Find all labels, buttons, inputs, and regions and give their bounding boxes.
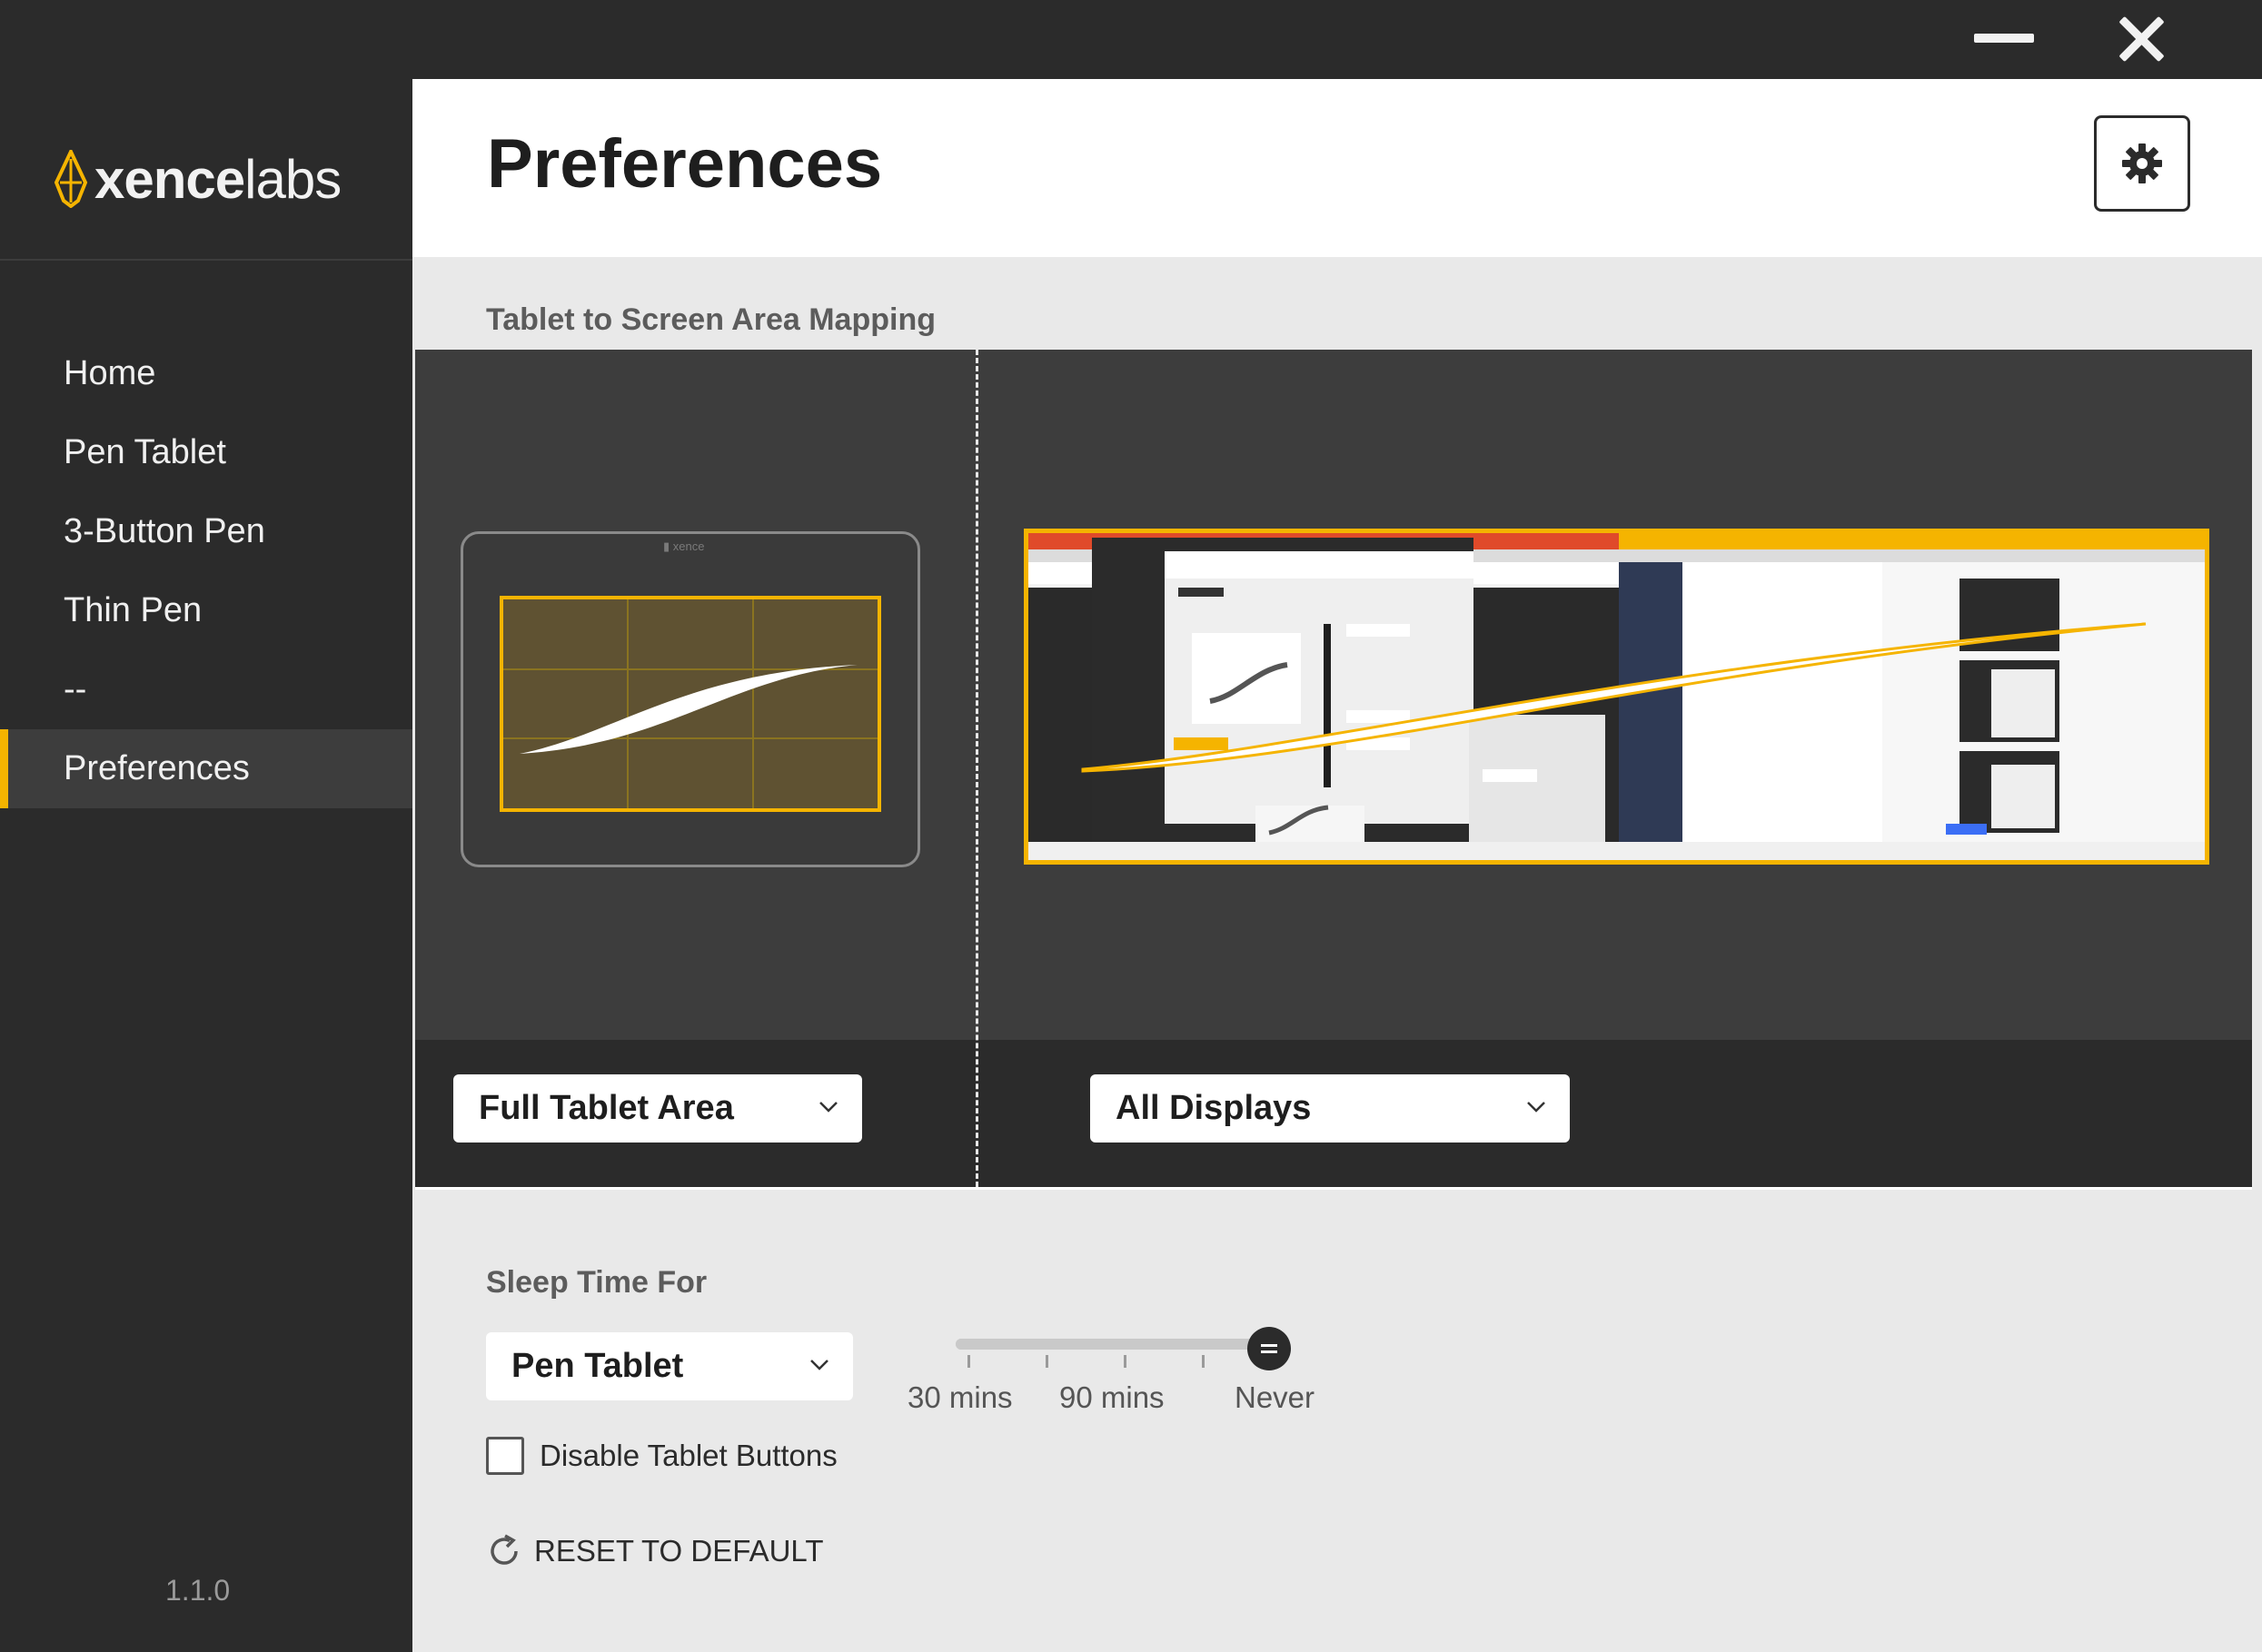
tablet-preview: ▮ xence: [461, 531, 920, 867]
close-icon[interactable]: [2109, 7, 2173, 71]
page-title: Preferences: [487, 125, 883, 203]
sidebar-item-label: Preferences: [64, 749, 250, 787]
slider-label-90: 90 mins: [1059, 1380, 1165, 1414]
slider-label-never: Never: [1235, 1380, 1315, 1414]
mapping-select-bar: Full Tablet Area All Displays: [415, 1040, 2252, 1187]
sidebar: xencelabs Home Pen Tablet 3-Button Pen T…: [0, 79, 412, 1652]
brand-name: xencelabs: [94, 148, 342, 210]
chevron-down-icon: [819, 1102, 838, 1113]
slider-tick: [1046, 1355, 1048, 1368]
sidebar-item-home[interactable]: Home: [0, 334, 412, 413]
slider-tick: [967, 1355, 970, 1368]
slider-tick: [1202, 1355, 1205, 1368]
title-bar: [0, 0, 2262, 79]
slider-tick: [1124, 1355, 1126, 1368]
gear-icon: [2122, 143, 2162, 183]
pen-stroke-graphic: [520, 665, 858, 754]
sidebar-item-label: Home: [64, 354, 156, 392]
sidebar-item-label: Thin Pen: [64, 591, 203, 629]
sidebar-item-unnamed[interactable]: --: [0, 650, 412, 729]
chevron-down-icon: [1527, 1102, 1545, 1113]
minimize-icon[interactable]: [1974, 34, 2034, 43]
display-select[interactable]: All Displays: [1090, 1074, 1570, 1143]
chevron-down-icon: [810, 1360, 828, 1370]
sidebar-item-pen-tablet[interactable]: Pen Tablet: [0, 413, 412, 492]
preferences-content: Tablet to Screen Area Mapping ▮ xence Fu…: [412, 257, 2262, 1652]
reset-icon: [491, 1534, 518, 1565]
tablet-brand-mark: ▮ xence: [663, 539, 705, 553]
sidebar-item-label: Pen Tablet: [64, 433, 226, 471]
sidebar-item-preferences[interactable]: Preferences: [0, 729, 412, 808]
disable-tablet-buttons-checkbox[interactable]: [486, 1437, 524, 1475]
mapping-section-label: Tablet to Screen Area Mapping: [486, 302, 936, 337]
logo: xencelabs: [53, 143, 342, 215]
display-screenshot-graphic: [1028, 533, 2205, 860]
reset-to-default-button[interactable]: RESET TO DEFAULT: [485, 1532, 823, 1570]
sidebar-item-thin-pen[interactable]: Thin Pen: [0, 571, 412, 650]
mapping-panel: ▮ xence Full Tablet Area All Displays: [415, 350, 2252, 1187]
tablet-area-select-value: Full Tablet Area: [479, 1089, 734, 1127]
tablet-area-select[interactable]: Full Tablet Area: [453, 1074, 862, 1143]
display-select-value: All Displays: [1116, 1089, 1312, 1127]
sidebar-item-label: --: [64, 670, 87, 708]
tablet-grid: [503, 599, 878, 808]
slider-fill: [956, 1339, 1269, 1350]
sleep-device-select-value: Pen Tablet: [511, 1347, 684, 1385]
sidebar-divider: [0, 259, 412, 261]
tablet-active-area[interactable]: [500, 596, 881, 812]
display-preview[interactable]: [1024, 529, 2209, 865]
disable-tablet-buttons-label: Disable Tablet Buttons: [540, 1439, 838, 1472]
mapping-edge: [415, 1187, 2252, 1190]
slider-label-30: 30 mins: [908, 1380, 1013, 1414]
slider-thumb[interactable]: [1247, 1327, 1291, 1370]
reset-label: RESET TO DEFAULT: [534, 1534, 824, 1568]
xencelabs-logo-icon: [54, 150, 88, 208]
settings-button[interactable]: [2094, 115, 2190, 212]
header: Preferences: [412, 79, 2262, 257]
sleep-section-label: Sleep Time For: [486, 1265, 708, 1300]
mapping-divider: [976, 350, 978, 1187]
sidebar-item-3-button-pen[interactable]: 3-Button Pen: [0, 492, 412, 571]
sidebar-item-label: 3-Button Pen: [64, 512, 265, 550]
sleep-device-select[interactable]: Pen Tablet: [486, 1332, 853, 1400]
sleep-time-slider[interactable]: [956, 1339, 1269, 1350]
sidebar-nav: Home Pen Tablet 3-Button Pen Thin Pen --…: [0, 334, 412, 808]
version-label: 1.1.0: [165, 1574, 231, 1607]
